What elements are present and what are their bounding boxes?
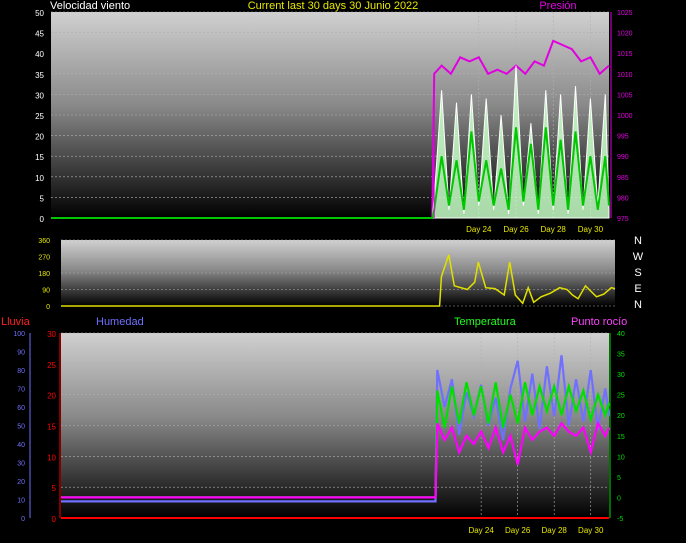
- temp-y-tick-label: -5: [617, 516, 623, 523]
- wind-y-tick-label: 20: [35, 133, 44, 142]
- wind-y-tick-label: 5: [40, 194, 45, 203]
- pressure-y-tick-label: 995: [617, 134, 629, 141]
- temp-y-tick-label: 30: [617, 372, 625, 379]
- wind-x-tick-label: Day 24: [466, 225, 492, 234]
- humidity-y-tick-label: 60: [17, 405, 25, 412]
- wind-y-tick-label: 0: [40, 215, 45, 224]
- direction-y-tick-label: 270: [38, 255, 50, 262]
- weather-chart: 0510152025303540455097598098599099510001…: [1, 0, 644, 535]
- humidity-y-tick-label: 20: [17, 479, 25, 486]
- direction-label-s: S: [634, 267, 641, 279]
- rain-y-tick-label: 30: [47, 330, 56, 339]
- wind-y-tick-label: 10: [35, 174, 44, 183]
- pressure-y-tick-label: 1010: [617, 72, 633, 79]
- direction-y-tick-label: 0: [46, 304, 50, 311]
- pressure-y-tick-label: 1020: [617, 31, 633, 38]
- temp-y-tick-label: 5: [617, 475, 621, 482]
- humidity-y-tick-label: 50: [17, 424, 25, 431]
- wind-y-tick-label: 30: [35, 91, 44, 100]
- rain-y-tick-label: 10: [47, 453, 56, 462]
- rain-y-tick-label: 25: [47, 361, 56, 370]
- temp-y-tick-label: 25: [617, 393, 625, 400]
- pressure-y-tick-label: 975: [617, 216, 629, 223]
- wind-y-tick-label: 50: [35, 9, 44, 18]
- pressure-y-tick-label: 980: [617, 195, 629, 202]
- direction-label-n-bottom: N: [634, 299, 642, 311]
- humidity-axis-title: Humedad: [96, 316, 144, 328]
- wind-x-tick-label: Day 30: [578, 225, 604, 234]
- direction-y-tick-label: 180: [38, 271, 50, 278]
- humidity-y-tick-label: 10: [17, 498, 25, 505]
- temp-x-tick-label: Day 24: [468, 526, 494, 535]
- wind-y-tick-label: 45: [35, 30, 44, 39]
- temp-x-tick-label: Day 28: [542, 526, 568, 535]
- temp-x-tick-label: Day 30: [578, 526, 604, 535]
- humidity-y-tick-label: 70: [17, 387, 25, 394]
- pressure-y-tick-label: 985: [617, 175, 629, 182]
- direction-y-tick-label: 360: [38, 238, 50, 245]
- wind-axis-title: Velocidad viento: [50, 0, 130, 12]
- wind-x-tick-label: Day 28: [541, 225, 567, 234]
- temperature-axis-title: Temperatura: [454, 316, 517, 328]
- pressure-y-tick-label: 1000: [617, 113, 633, 120]
- pressure-y-tick-label: 1025: [617, 10, 633, 17]
- wind-x-tick-label: Day 26: [503, 225, 529, 234]
- humidity-y-tick-label: 0: [21, 516, 25, 523]
- temp-y-tick-label: 40: [617, 331, 625, 338]
- chart-title: Current last 30 days 30 Junio 2022: [248, 0, 419, 12]
- humidity-y-tick-label: 90: [17, 350, 25, 357]
- pressure-y-tick-label: 990: [617, 154, 629, 161]
- temp-y-tick-label: 20: [617, 413, 625, 420]
- rain-y-tick-label: 0: [52, 515, 57, 524]
- temp-y-tick-label: 35: [617, 352, 625, 359]
- temp-x-tick-label: Day 26: [505, 526, 531, 535]
- wind-y-tick-label: 15: [35, 153, 44, 162]
- rain-y-tick-label: 20: [47, 392, 56, 401]
- direction-label-e: E: [634, 283, 641, 295]
- temp-y-tick-label: 10: [617, 454, 625, 461]
- wind-y-tick-label: 40: [35, 50, 44, 59]
- humidity-y-tick-label: 80: [17, 368, 25, 375]
- direction-y-tick-label: 90: [42, 288, 50, 295]
- temp-y-tick-label: 0: [617, 495, 621, 502]
- direction-label-n-top: N: [634, 235, 642, 247]
- pressure-axis-title: Presión: [539, 0, 576, 12]
- humidity-y-tick-label: 40: [17, 442, 25, 449]
- humidity-y-tick-label: 30: [17, 461, 25, 468]
- humidity-y-tick-label: 100: [13, 331, 25, 338]
- temp-y-tick-label: 15: [617, 434, 625, 441]
- dewpoint-axis-title: Punto rocío: [571, 316, 627, 328]
- wind-y-tick-label: 35: [35, 71, 44, 80]
- rain-y-tick-label: 15: [47, 423, 56, 432]
- pressure-y-tick-label: 1015: [617, 51, 633, 58]
- direction-label-w: W: [633, 251, 644, 263]
- rain-axis-title: Lluvia: [1, 316, 31, 328]
- pressure-y-tick-label: 1005: [617, 92, 633, 99]
- rain-y-tick-label: 5: [52, 484, 57, 493]
- wind-y-tick-label: 25: [35, 112, 44, 121]
